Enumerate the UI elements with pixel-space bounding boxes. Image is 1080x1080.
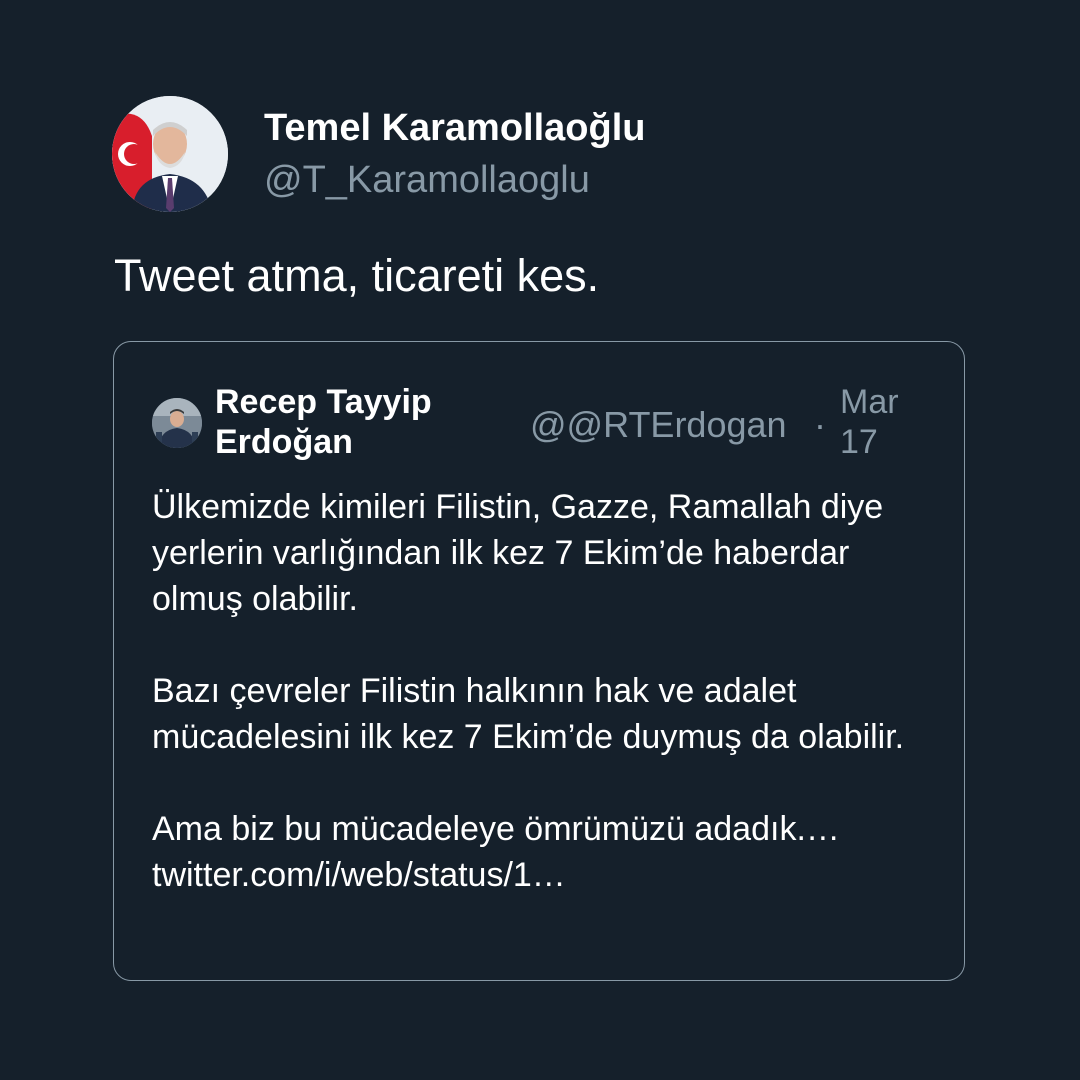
quoted-tweet-text: Ülkemizde kimileri Filistin, Gazze, Rama… [152,484,942,898]
quoted-author-avatar[interactable] [152,398,202,448]
quoted-paragraph: Bazı çevreler Filistin halkının hak ve a… [152,672,905,756]
quoted-paragraph: Ülkemizde kimileri Filistin, Gazze, Rama… [152,488,884,618]
author-handle[interactable]: @T_Karamollaoglu [264,156,590,204]
quoted-tweet-date[interactable]: Mar 17 [840,382,920,462]
quoted-author-handle[interactable]: @@RTErdogan [530,404,787,446]
author-name[interactable]: Temel Karamollaoğlu [264,104,646,152]
quoted-author-avatar-image [152,398,202,448]
quoted-author-name[interactable]: Recep Tayyip Erdoğan [215,382,505,462]
tweet-text: Tweet atma, ticareti kes. [114,250,600,301]
meta-separator: · [814,404,826,445]
quoted-tweet-card[interactable]: Recep Tayyip Erdoğan @@RTErdogan · Mar 1… [113,341,965,981]
author-avatar[interactable] [112,96,228,212]
author-avatar-image [112,96,228,212]
quoted-paragraph: Ama biz bu mücadeleye ömrümüzü adadık.… … [152,810,840,894]
